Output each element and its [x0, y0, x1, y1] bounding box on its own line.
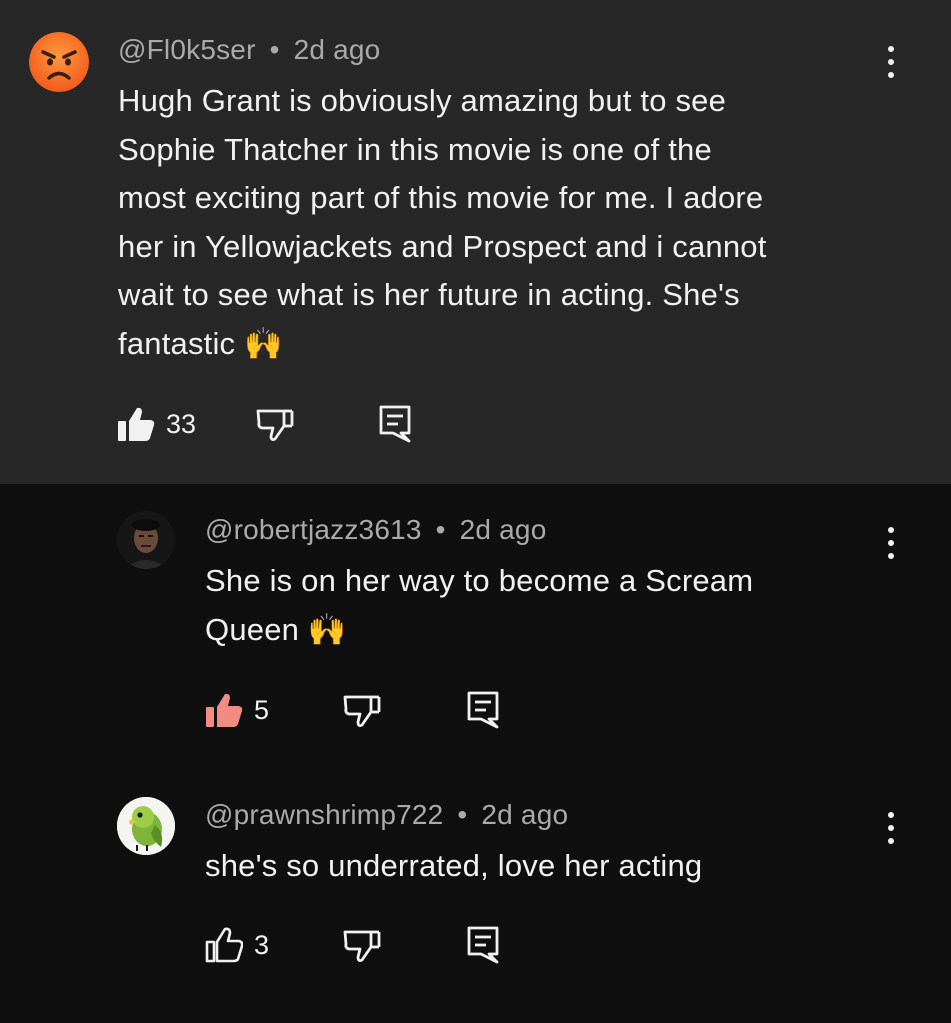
thumbs-up-filled-icon — [118, 407, 155, 441]
comment-text: Hugh Grant is obviously amazing but to s… — [118, 77, 767, 368]
like-button[interactable] — [117, 406, 155, 447]
comment-time: 2d ago — [481, 799, 569, 830]
comment-line: wait to see what is her future in acting… — [118, 277, 740, 312]
thumbs-up-icon — [205, 927, 244, 963]
comment-line: fantastic 🙌 — [118, 325, 283, 361]
thumbs-down-icon — [343, 695, 381, 727]
dislike-button[interactable] — [256, 407, 294, 448]
thumbs-down-icon — [343, 930, 381, 962]
like-count: 3 — [254, 930, 270, 960]
comment-meta: @Fl0k5ser • 2d ago — [118, 34, 380, 66]
more-options-icon[interactable] — [881, 808, 901, 848]
meta-separator: • — [435, 514, 446, 545]
thumbs-down-icon — [256, 409, 294, 441]
reply-comment-icon — [467, 691, 499, 729]
dislike-button[interactable] — [343, 693, 381, 734]
comment-line: Queen 🙌 — [205, 611, 347, 647]
comment-time: 2d ago — [293, 34, 381, 65]
thumbs-up-filled-icon — [206, 693, 243, 727]
reply-button[interactable] — [379, 405, 411, 448]
comment-line: she's so underrated, love her acting — [205, 848, 703, 883]
comment-thread: @Fl0k5ser • 2d ago Hugh Grant is obvious… — [0, 0, 951, 1023]
author-handle[interactable]: @robertjazz3613 — [205, 514, 422, 545]
more-options-icon[interactable] — [881, 523, 901, 563]
comment-line: most exciting part of this movie for me.… — [118, 180, 764, 215]
comment-line: Sophie Thatcher in this movie is one of … — [118, 131, 712, 167]
reply-comment-icon — [379, 405, 411, 443]
like-button[interactable] — [205, 692, 243, 733]
meta-separator: • — [457, 799, 468, 830]
reply-comment-icon — [467, 926, 499, 964]
meta-separator: • — [269, 34, 280, 65]
avatar[interactable] — [29, 32, 89, 92]
comment-line: She is on her way to become a Scream — [205, 563, 754, 598]
avatar[interactable] — [117, 797, 175, 855]
more-options-icon[interactable] — [881, 42, 901, 82]
comment-text: she's so underrated, love her acting — [205, 842, 702, 891]
angry-face-icon — [29, 32, 89, 92]
like-count: 33 — [166, 409, 197, 439]
reply-button[interactable] — [467, 926, 499, 969]
comment-meta: @prawnshrimp722 • 2d ago — [205, 799, 568, 831]
comment-time: 2d ago — [459, 514, 547, 545]
highlighted-comment: @Fl0k5ser • 2d ago Hugh Grant is obvious… — [0, 0, 951, 484]
like-button[interactable] — [205, 927, 244, 968]
green-parrot-icon — [117, 797, 175, 855]
like-count: 5 — [254, 695, 270, 725]
dislike-button[interactable] — [343, 928, 381, 969]
reply-button[interactable] — [467, 691, 499, 734]
author-handle[interactable]: @Fl0k5ser — [118, 34, 256, 65]
comment-line: Hugh Grant is obviously amazing but to s… — [118, 83, 727, 118]
comment-text: She is on her way to become a Scream Que… — [205, 557, 753, 654]
dark-portrait-icon — [117, 511, 175, 569]
avatar[interactable] — [117, 511, 175, 569]
comment-meta: @robertjazz3613 • 2d ago — [205, 514, 546, 546]
comment-line: her in Yellowjackets and Prospect and i … — [118, 228, 767, 264]
author-handle[interactable]: @prawnshrimp722 — [205, 799, 443, 830]
